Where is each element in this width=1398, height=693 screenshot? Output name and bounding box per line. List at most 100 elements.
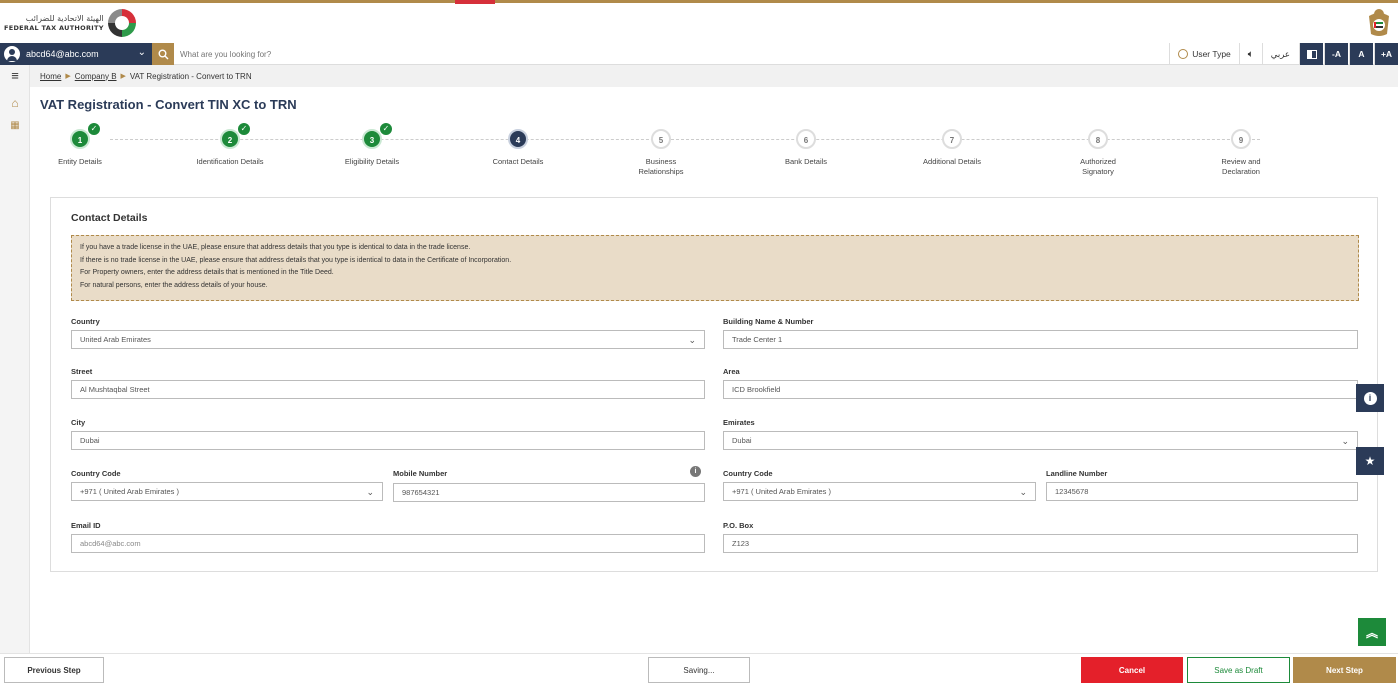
- email-value: abcd64@abc.com: [80, 539, 141, 548]
- building-input[interactable]: Trade Center 1: [723, 330, 1358, 349]
- chevron-down-icon: ⌄: [137, 47, 146, 58]
- brand-bar: الهيئة الاتحادية للضرائب FEDERAL TAX AUT…: [0, 0, 1398, 40]
- home-icon[interactable]: ⌂: [8, 96, 22, 110]
- street-value: Al Mushtaqbal Street: [80, 385, 150, 394]
- step-number: 6: [796, 129, 816, 149]
- step-number: 5: [651, 129, 671, 149]
- area-value: ICD Brookfield: [732, 385, 781, 394]
- contrast-icon: [1306, 49, 1317, 59]
- audio-button[interactable]: 🔈︎: [1238, 43, 1262, 65]
- step-label: Identification Details: [196, 157, 264, 166]
- scroll-to-top-button[interactable]: ︽: [1358, 618, 1386, 646]
- step-number: 2: [220, 129, 240, 149]
- font-increase-button[interactable]: +A: [1374, 43, 1398, 65]
- mobile-country-code-label: Country Code: [71, 469, 121, 478]
- fta-logo[interactable]: الهيئة الاتحادية للضرائب FEDERAL TAX AUT…: [4, 8, 136, 38]
- mobile-number-value: 987654321: [402, 488, 440, 497]
- search-input[interactable]: [180, 46, 680, 62]
- step-label: Contact Details: [492, 157, 544, 166]
- notice-line: If there is no trade license in the UAE,…: [80, 256, 512, 264]
- street-input[interactable]: Al Mushtaqbal Street: [71, 380, 705, 399]
- logo-ring-icon: [107, 9, 136, 37]
- user-type-label: User Type: [1192, 49, 1231, 59]
- info-icon[interactable]: i: [690, 466, 701, 477]
- address-notice: If you have a trade license in the UAE, …: [71, 235, 1359, 301]
- language-toggle[interactable]: عربي: [1261, 43, 1298, 65]
- country-label: Country: [71, 317, 100, 326]
- brand-arabic-name: الهيئة الاتحادية للضرائب: [25, 14, 104, 23]
- step-label: Business Relationships: [638, 157, 684, 176]
- mobile-number-input[interactable]: 987654321: [393, 483, 705, 502]
- font-decrease-button[interactable]: -A: [1324, 43, 1348, 65]
- building-label: Building Name & Number: [723, 317, 814, 326]
- chevron-down-icon: ⌄: [688, 335, 696, 345]
- user-type-button[interactable]: User Type: [1169, 43, 1239, 65]
- breadcrumb-arrow-icon: ▶: [65, 73, 71, 80]
- info-float-button[interactable]: i: [1356, 384, 1384, 412]
- chevron-down-icon: ⌄: [366, 487, 374, 497]
- check-icon: ✓: [380, 123, 392, 135]
- check-icon: ✓: [88, 123, 100, 135]
- next-step-button[interactable]: Next Step: [1293, 657, 1396, 683]
- user-email: abcd64@abc.com: [26, 49, 99, 59]
- area-label: Area: [723, 367, 740, 376]
- chevron-down-icon: ⌄: [1341, 436, 1349, 446]
- landline-number-input[interactable]: 12345678: [1046, 482, 1358, 501]
- breadcrumb-arrow-icon: ▶: [120, 73, 126, 80]
- star-icon: ★: [1364, 454, 1376, 468]
- favorite-float-button[interactable]: ★: [1356, 447, 1384, 475]
- progress-stepper: 1 ✓ Entity Details 2 ✓ Identification De…: [40, 123, 1320, 186]
- step-number: 9: [1231, 129, 1251, 149]
- po-box-value: Z123: [732, 539, 750, 548]
- country-select[interactable]: United Arab Emirates ⌄: [71, 330, 705, 349]
- breadcrumb-company-link[interactable]: Company B: [75, 72, 117, 81]
- landline-number-label: Landline Number: [1046, 469, 1108, 478]
- step-number: 7: [942, 129, 962, 149]
- previous-step-button[interactable]: Previous Step: [4, 657, 104, 683]
- step-number: 3: [362, 129, 382, 149]
- notice-line: For Property owners, enter the address d…: [80, 269, 334, 276]
- double-chevron-up-icon: ︽: [1365, 625, 1378, 640]
- language-label: عربي: [1270, 48, 1290, 59]
- city-input[interactable]: Dubai: [71, 431, 705, 450]
- city-value: Dubai: [80, 436, 100, 445]
- po-box-label: P.O. Box: [723, 521, 754, 530]
- step-number: 1: [70, 129, 90, 149]
- navbar-tools: User Type 🔈︎ عربي -A A +A: [1169, 43, 1398, 65]
- search-button[interactable]: [152, 43, 174, 65]
- breadcrumb-home-link[interactable]: Home: [40, 72, 61, 81]
- page-title: VAT Registration - Convert TIN XC to TRN: [40, 97, 297, 112]
- step-label: Review and Declaration: [1221, 157, 1261, 176]
- saving-button[interactable]: Saving...: [648, 657, 750, 683]
- menu-icon[interactable]: ≡: [8, 69, 22, 83]
- emirates-select[interactable]: Dubai ⌄: [723, 431, 1358, 450]
- emirates-value: Dubai: [732, 436, 752, 445]
- contrast-toggle-button[interactable]: [1299, 43, 1323, 65]
- font-normal-button[interactable]: A: [1349, 43, 1373, 65]
- area-input[interactable]: ICD Brookfield: [723, 380, 1358, 399]
- notice-line: If you have a trade license in the UAE, …: [80, 244, 471, 251]
- save-as-draft-button[interactable]: Save as Draft: [1187, 657, 1290, 683]
- breadcrumb: Home ▶ Company B ▶ VAT Registration - Co…: [30, 65, 1398, 87]
- email-input[interactable]: abcd64@abc.com: [71, 534, 705, 553]
- brand-english-name: FEDERAL TAX AUTHORITY: [4, 24, 104, 32]
- breadcrumb-current: VAT Registration - Convert to TRN: [129, 71, 252, 81]
- street-label: Street: [71, 367, 93, 376]
- step-number: 8: [1088, 129, 1108, 149]
- step-label: Entity Details: [58, 157, 102, 166]
- step-number: 4: [508, 129, 528, 149]
- landline-country-code-select[interactable]: +971 ( United Arab Emirates ) ⌄: [723, 482, 1036, 501]
- info-circle-icon: i: [1363, 391, 1377, 405]
- landline-country-code-value: +971 ( United Arab Emirates ): [732, 487, 832, 496]
- contact-details-card: Contact Details If you have a trade lice…: [50, 197, 1378, 572]
- check-icon: ✓: [238, 123, 250, 135]
- mobile-country-code-select[interactable]: +971 ( United Arab Emirates ) ⌄: [71, 482, 383, 501]
- user-account-dropdown[interactable]: abcd64@abc.com ⌄: [0, 43, 152, 65]
- top-accent-bar: [455, 0, 495, 4]
- grid-icon[interactable]: ▦: [8, 119, 22, 133]
- po-box-input[interactable]: Z123: [723, 534, 1358, 553]
- step-label: Authorized Signatory: [1080, 157, 1116, 176]
- emirates-label: Emirates: [723, 418, 755, 427]
- cancel-button[interactable]: Cancel: [1081, 657, 1183, 683]
- email-label: Email ID: [71, 521, 101, 530]
